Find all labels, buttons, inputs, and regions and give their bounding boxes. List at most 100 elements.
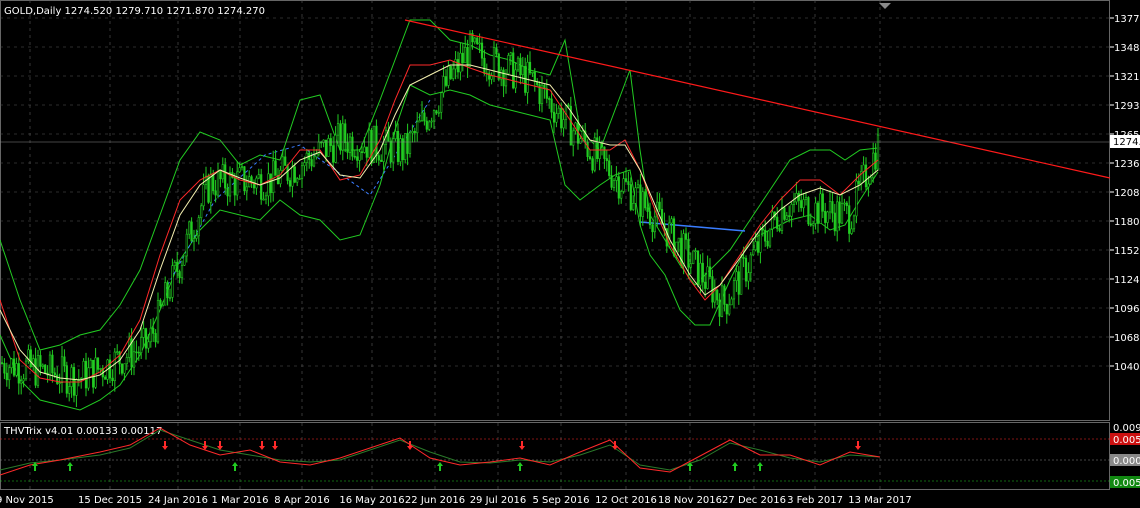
upper-band (0, 19, 879, 351)
candle-body (404, 133, 407, 161)
candle-body (185, 233, 188, 257)
candle-body (838, 201, 841, 224)
price-tick-label: 1321.0 (1114, 72, 1140, 83)
candle-body (768, 228, 772, 247)
candle-body (358, 151, 361, 161)
buy-arrow-icon (437, 462, 443, 471)
buy-arrow-icon (67, 462, 73, 471)
candle-body (836, 201, 839, 232)
candle-body (641, 191, 644, 217)
candle-body (197, 217, 200, 237)
candle-body (118, 351, 121, 365)
buy-arrow-icon (757, 462, 763, 471)
candle-body (142, 328, 145, 338)
candle-body (816, 202, 820, 224)
candle-body (771, 211, 774, 230)
candle-body (411, 130, 414, 134)
candle-body (420, 112, 424, 121)
candle-body (432, 110, 436, 122)
candle-body (365, 146, 368, 158)
chart-canvas[interactable]: 1377.71348.91321.01293.21265.31236.51208… (0, 0, 1140, 508)
candle-body (528, 61, 532, 74)
candle-body (478, 42, 481, 45)
candle-body (416, 121, 419, 134)
sell-arrow-icon (259, 441, 265, 450)
candle-body (756, 241, 760, 253)
candle-body (154, 333, 157, 343)
candle-body (706, 266, 709, 289)
candle-body (207, 175, 210, 203)
candle-body (68, 386, 71, 394)
current-price-label: 1274.2 (1113, 137, 1140, 148)
candle-body (219, 170, 222, 180)
candle-body (363, 146, 366, 153)
candle-body (780, 207, 784, 231)
indicator-label-top: 0.0095 (1113, 423, 1140, 434)
shift-marker-icon[interactable] (879, 3, 891, 9)
candle-body (29, 349, 32, 368)
candle-body (476, 37, 479, 44)
buy-arrow-icon (732, 462, 738, 471)
candle-body (473, 37, 476, 43)
candle-body (228, 172, 232, 197)
candle-body (442, 76, 445, 94)
candle-body (764, 229, 767, 242)
candle-body (800, 200, 803, 209)
candle-body (375, 125, 378, 156)
candle-body (3, 363, 6, 374)
candle-body (128, 338, 131, 358)
candle-body (116, 351, 119, 354)
candle-body (22, 378, 25, 382)
candle-body (766, 240, 769, 247)
candle-body (792, 201, 796, 205)
candle-body (824, 210, 827, 223)
candle-body (684, 233, 688, 240)
candle-body (286, 165, 289, 181)
candle-body (449, 66, 452, 79)
candle-body (634, 187, 637, 204)
sell-arrow-icon (272, 441, 278, 450)
candle-body (754, 241, 757, 251)
candle-body (572, 130, 575, 146)
candle-body (725, 304, 728, 315)
date-tick-label: 29 Jul 2016 (470, 495, 527, 506)
candle-body (648, 211, 652, 226)
candle-body (567, 104, 570, 107)
candle-body (850, 228, 853, 234)
candle-body (843, 202, 846, 205)
resistance-trendline[interactable] (404, 19, 1111, 179)
candle-body (272, 160, 275, 194)
candle-body (732, 280, 736, 300)
sell-arrow-icon (519, 441, 525, 450)
candle-body (216, 170, 220, 196)
candle-body (492, 47, 496, 77)
candle-body (586, 141, 589, 157)
candle-body (708, 266, 712, 277)
price-tick-label: 1377.7 (1114, 14, 1140, 25)
candle-body (288, 180, 292, 187)
candle-body (778, 228, 781, 231)
candle-body (44, 364, 47, 374)
buy-arrow-icon (517, 462, 523, 471)
candle-body (164, 282, 167, 306)
candle-body (852, 215, 856, 230)
candle-body (876, 134, 880, 170)
candle-body (437, 111, 440, 114)
candle-body (452, 68, 455, 79)
candle-body (514, 69, 517, 89)
candle-body (89, 359, 92, 369)
candle-body (605, 158, 608, 162)
candle-body (312, 156, 316, 167)
indicator-axis: 0.0095 0.0050 0.0000 0.0050 (1110, 423, 1140, 489)
dashed-guide-line (164, 99, 431, 291)
date-tick-label: 13 Mar 2017 (848, 495, 911, 506)
candle-body (70, 367, 73, 387)
candle-body (742, 257, 745, 259)
candle-body (293, 166, 296, 183)
candle-body (809, 223, 812, 226)
candle-body (243, 166, 246, 192)
candle-body (291, 166, 294, 187)
candle-body (147, 341, 150, 349)
buy-arrow-icon (232, 462, 238, 471)
candlestick-series (0, 30, 880, 408)
